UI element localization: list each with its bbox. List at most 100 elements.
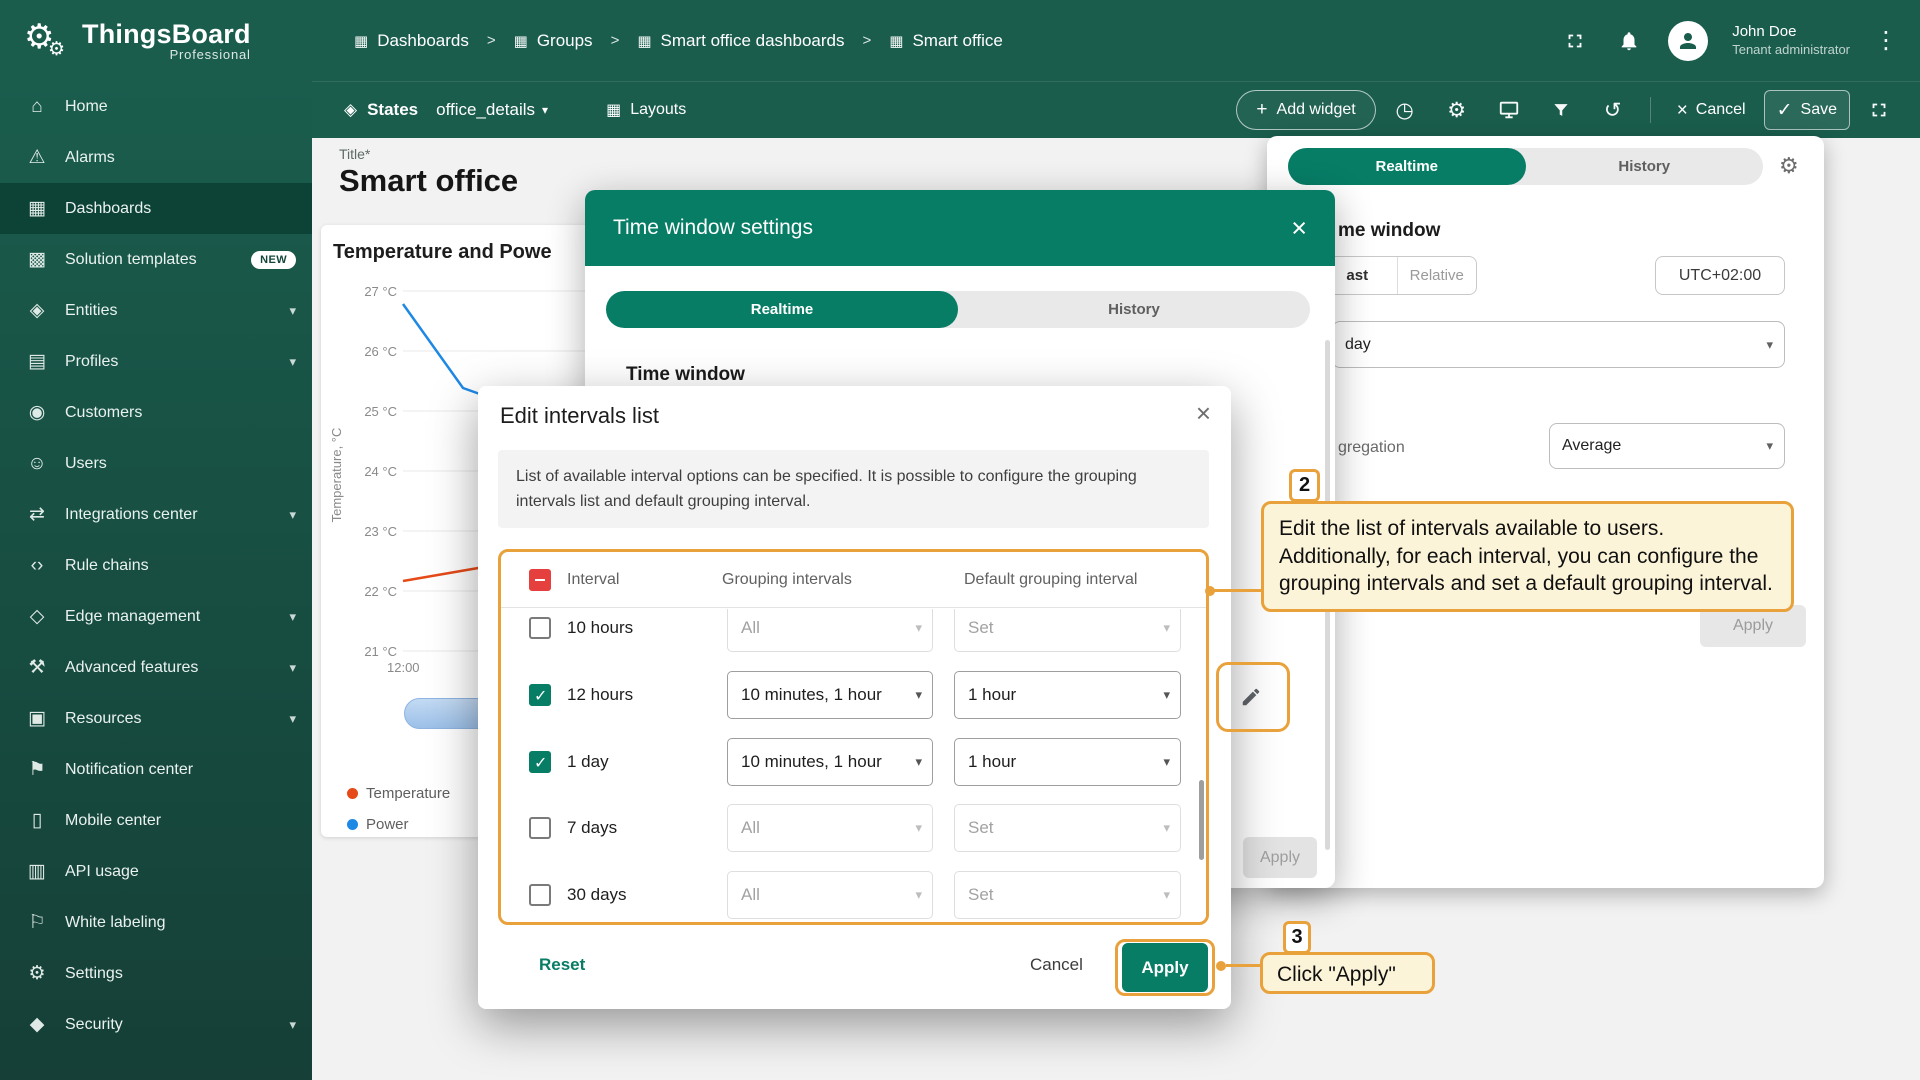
- brand-edition: Professional: [82, 47, 251, 62]
- breadcrumb-item-current[interactable]: ▦ Smart office: [889, 31, 1003, 51]
- dashboard-title-input[interactable]: Smart office: [339, 163, 518, 199]
- notifications-bell-icon[interactable]: [1614, 26, 1644, 56]
- close-icon[interactable]: ×: [1196, 400, 1211, 426]
- row-checkbox[interactable]: [529, 817, 551, 839]
- row-checkbox[interactable]: [529, 684, 551, 706]
- apply-button[interactable]: Apply: [1122, 943, 1208, 992]
- table-scrollbar[interactable]: [1199, 780, 1204, 860]
- top-header: ⚙ ⚙ ThingsBoard Professional ▦ Dashboard…: [0, 0, 1920, 81]
- sidebar-item-customers[interactable]: ◉Customers: [0, 387, 312, 438]
- dashboard-icon: ▦: [889, 32, 903, 50]
- sidebar-item-integrations-center[interactable]: ⇄Integrations center▾: [0, 489, 312, 540]
- entities-icon: ◈: [24, 299, 50, 322]
- folder-icon: ▣: [24, 707, 50, 730]
- temperature-dot-icon: [347, 788, 358, 799]
- reset-button[interactable]: Reset: [539, 955, 585, 975]
- sidebar-item-profiles[interactable]: ▤Profiles▾: [0, 336, 312, 387]
- default-grouping-select[interactable]: 1 hour: [954, 671, 1181, 719]
- step-2-annotation: Edit the list of intervals available to …: [1261, 501, 1794, 612]
- table-row-7-days: 7 days All Set: [501, 795, 1206, 861]
- add-widget-button[interactable]: + Add widget: [1236, 90, 1375, 130]
- brand-text: ThingsBoard Professional: [82, 19, 251, 62]
- tab-history[interactable]: History: [958, 291, 1310, 328]
- mobile-icon: ▯: [24, 809, 50, 832]
- filter-icon[interactable]: [1538, 87, 1584, 133]
- sidebar-item-dashboards[interactable]: ▦Dashboards: [0, 183, 312, 234]
- check-icon: ✓: [1777, 101, 1793, 120]
- person-icon: [1676, 29, 1700, 53]
- version-control-icon[interactable]: ↺: [1590, 87, 1636, 133]
- close-icon[interactable]: ×: [1291, 215, 1307, 242]
- sidebar-item-rule-chains[interactable]: ‹›Rule chains: [0, 540, 312, 591]
- sidebar-item-security[interactable]: ◆Security▾: [0, 999, 312, 1050]
- legend-item-temperature[interactable]: Temperature: [347, 785, 450, 802]
- sidebar-item-advanced-features[interactable]: ⚒Advanced features▾: [0, 642, 312, 693]
- thingsboard-dashboard-page: ⚙ ⚙ ThingsBoard Professional ▦ Dashboard…: [0, 0, 1920, 1080]
- y-tick: 23 °C: [364, 524, 397, 539]
- edit-intervals-pencil-icon[interactable]: [1227, 673, 1275, 721]
- plus-icon: +: [1256, 99, 1267, 121]
- sidebar-item-edge-management[interactable]: ◇Edge management▾: [0, 591, 312, 642]
- tab-realtime[interactable]: Realtime: [606, 291, 958, 328]
- breadcrumb-item-dashboards[interactable]: ▦ Dashboards: [354, 31, 469, 51]
- aggregation-select[interactable]: Average: [1549, 423, 1785, 469]
- step-3-badge: 3: [1283, 921, 1311, 954]
- sidebar-item-mobile-center[interactable]: ▯Mobile center: [0, 795, 312, 846]
- legend-item-power[interactable]: Power: [347, 816, 409, 833]
- y-tick: 25 °C: [364, 404, 397, 419]
- timewindow-clock-icon[interactable]: ◷: [1382, 87, 1428, 133]
- dashboard-settings-gear-icon[interactable]: ⚙: [1434, 87, 1480, 133]
- user-avatar[interactable]: [1668, 21, 1708, 61]
- sidebar-item-entities[interactable]: ◈Entities▾: [0, 285, 312, 336]
- wrench-icon: ⚒: [24, 656, 50, 679]
- interval-select[interactable]: day: [1332, 321, 1785, 368]
- annotation-connector-dot: [1216, 961, 1226, 971]
- select-all-checkbox[interactable]: [529, 569, 551, 591]
- solution-templates-icon: ▩: [24, 248, 50, 271]
- timewindow-settings-gear-icon[interactable]: ⚙: [1779, 153, 1799, 179]
- default-grouping-select[interactable]: 1 hour: [954, 738, 1181, 786]
- fullscreen-toolbar-icon[interactable]: [1856, 87, 1902, 133]
- breadcrumb-item-group-name[interactable]: ▦ Smart office dashboards: [637, 31, 844, 51]
- sidebar-item-white-labeling[interactable]: ⚐White labeling: [0, 897, 312, 948]
- toolbar-divider: [1650, 97, 1651, 123]
- sidebar-item-solution-templates[interactable]: ▩Solution templatesNEW: [0, 234, 312, 285]
- sidebar-item-users[interactable]: ☺Users: [0, 438, 312, 489]
- cancel-button[interactable]: Cancel: [1030, 955, 1083, 975]
- layouts-button[interactable]: ▦ Layouts: [606, 100, 686, 120]
- toggle-relative[interactable]: Relative: [1397, 257, 1477, 294]
- grouping-intervals-select[interactable]: 10 minutes, 1 hour: [727, 738, 933, 786]
- row-checkbox[interactable]: [529, 617, 551, 639]
- timezone-button[interactable]: UTC+02:00: [1655, 256, 1785, 295]
- menu-dots-icon[interactable]: ⋮: [1874, 26, 1898, 55]
- cancel-edit-button[interactable]: × Cancel: [1665, 90, 1758, 130]
- chevron-down-icon: ▾: [289, 660, 296, 676]
- sidebar-item-resources[interactable]: ▣Resources▾: [0, 693, 312, 744]
- tab-realtime[interactable]: Realtime: [1288, 148, 1526, 185]
- save-label: Save: [1801, 101, 1837, 119]
- api-usage-icon: ▥: [24, 860, 50, 883]
- manage-layouts-icon[interactable]: [1486, 87, 1532, 133]
- rule-chains-icon: ‹›: [24, 555, 50, 577]
- sidebar-item-api-usage[interactable]: ▥API usage: [0, 846, 312, 897]
- sidebar-item-notification-center[interactable]: ⚑Notification center: [0, 744, 312, 795]
- sidebar-item-home[interactable]: ⌂Home: [0, 81, 312, 132]
- states-selector[interactable]: ◈ States office_details ▾: [312, 100, 548, 120]
- row-checkbox[interactable]: [529, 884, 551, 906]
- brand-logo[interactable]: ⚙ ⚙ ThingsBoard Professional: [0, 18, 312, 64]
- sidebar-item-alarms[interactable]: ⚠Alarms: [0, 132, 312, 183]
- widget-title: Temperature and Powe: [333, 241, 552, 264]
- grouping-intervals-select[interactable]: 10 minutes, 1 hour: [727, 671, 933, 719]
- save-button[interactable]: ✓ Save: [1764, 90, 1850, 130]
- dialog-title: Time window settings: [613, 216, 813, 240]
- dashboards-icon: ▦: [24, 197, 50, 220]
- fullscreen-icon[interactable]: [1560, 26, 1590, 56]
- tab-history[interactable]: History: [1526, 148, 1764, 185]
- states-label: States: [367, 100, 418, 120]
- annotation-connector-line: [1214, 589, 1261, 592]
- sidebar-item-settings[interactable]: ⚙Settings: [0, 948, 312, 999]
- row-checkbox[interactable]: [529, 751, 551, 773]
- group-icon: ▦: [514, 32, 528, 50]
- breadcrumb-item-groups[interactable]: ▦ Groups: [514, 31, 593, 51]
- edit-intervals-dialog: Edit intervals list × List of available …: [478, 386, 1231, 1009]
